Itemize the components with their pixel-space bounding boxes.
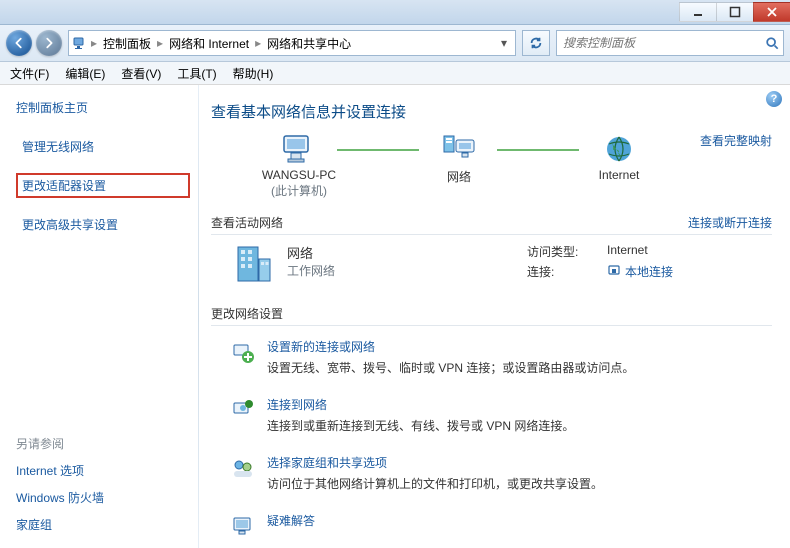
sidebar-item-advanced-sharing[interactable]: 更改高级共享设置 (16, 212, 190, 237)
network-icon (442, 134, 476, 167)
seealso-internet-options[interactable]: Internet 选项 (16, 462, 104, 479)
sidebar-item-adapter-settings[interactable]: 更改适配器设置 (16, 173, 190, 198)
breadcrumb[interactable]: ▸ 控制面板 ▸ 网络和 Internet ▸ 网络和共享中心 ▾ (68, 30, 516, 56)
window-close-button[interactable] (753, 2, 790, 22)
view-full-map-link[interactable]: 查看完整映射 (700, 132, 772, 149)
sidebar-item-wireless[interactable]: 管理无线网络 (16, 134, 190, 159)
refresh-button[interactable] (522, 30, 550, 56)
menu-edit[interactable]: 编辑(E) (65, 65, 105, 82)
breadcrumb-seg-control-panel[interactable]: 控制面板 (99, 35, 155, 52)
setting-title: 疑难解答 (267, 512, 315, 529)
connection-label: 连接: (527, 263, 595, 280)
map-node-label: Internet (559, 168, 679, 182)
computer-icon (281, 133, 317, 168)
main-content: ? 查看基本网络信息并设置连接 查看完整映射 WANGSU-PC (此计算机) … (199, 85, 790, 548)
ethernet-icon (607, 263, 621, 280)
setting-homegroup-sharing[interactable]: 选择家庭组和共享选项 访问位于其他网络计算机上的文件和打印机，或更改共享设置。 (211, 450, 772, 508)
map-node-label: WANGSU-PC (239, 168, 359, 182)
seealso-firewall[interactable]: Windows 防火墙 (16, 489, 104, 506)
active-network-row: 网络 工作网络 访问类型: Internet 连接: 本地连接 (211, 243, 772, 285)
network-map: 查看完整映射 WANGSU-PC (此计算机) 网络 Inter (219, 132, 772, 208)
window-titlebar (0, 0, 790, 25)
internet-globe-icon (604, 134, 634, 167)
section-heading: 更改网络设置 (211, 305, 283, 322)
seealso-label: 另请参阅 (16, 435, 104, 452)
map-node-this-pc[interactable]: WANGSU-PC (此计算机) (239, 132, 359, 199)
search-control-panel[interactable] (556, 30, 784, 56)
setting-desc: 连接到或重新连接到无线、有线、拨号或 VPN 网络连接。 (267, 417, 574, 434)
breadcrumb-seg-network-internet[interactable]: 网络和 Internet (165, 35, 253, 52)
active-network-name[interactable]: 网络 (287, 243, 487, 262)
address-row: ▸ 控制面板 ▸ 网络和 Internet ▸ 网络和共享中心 ▾ (0, 25, 790, 62)
connect-network-icon (229, 396, 257, 424)
help-icon[interactable]: ? (766, 91, 782, 107)
setting-title: 选择家庭组和共享选项 (267, 454, 603, 471)
network-center-icon (71, 34, 89, 52)
active-network-type[interactable]: 工作网络 (287, 262, 487, 279)
menu-tools[interactable]: 工具(T) (177, 65, 216, 82)
section-heading: 查看活动网络 (211, 214, 283, 231)
local-connection-link[interactable]: 本地连接 (607, 263, 673, 280)
breadcrumb-dropdown[interactable]: ▾ (495, 36, 513, 50)
map-node-label: 网络 (399, 168, 519, 185)
setting-new-connection[interactable]: 设置新的连接或网络 设置无线、宽带、拨号、临时或 VPN 连接；或设置路由器或访… (211, 334, 772, 392)
setting-desc: 设置无线、宽带、拨号、临时或 VPN 连接；或设置路由器或访问点。 (267, 359, 634, 376)
map-node-internet[interactable]: Internet (559, 132, 679, 182)
map-node-network[interactable]: 网络 (399, 132, 519, 185)
menu-file[interactable]: 文件(F) (10, 65, 49, 82)
connect-disconnect-link[interactable]: 连接或断开连接 (688, 214, 772, 231)
sidebar-home[interactable]: 控制面板主页 (16, 99, 190, 116)
window-maximize-button[interactable] (716, 2, 754, 22)
troubleshoot-icon (229, 512, 257, 540)
nav-back-button[interactable] (6, 30, 32, 56)
setting-troubleshoot[interactable]: 疑难解答 (211, 508, 772, 540)
new-connection-icon (229, 338, 257, 366)
seealso-homegroup[interactable]: 家庭组 (16, 516, 104, 533)
search-icon (764, 35, 779, 51)
setting-title: 连接到网络 (267, 396, 574, 413)
network-building-icon (229, 243, 277, 285)
page-title: 查看基本网络信息并设置连接 (211, 101, 772, 122)
chevron-right-icon: ▸ (89, 36, 99, 50)
chevron-right-icon: ▸ (155, 36, 165, 50)
menu-view[interactable]: 查看(V) (121, 65, 161, 82)
access-type-value: Internet (607, 243, 648, 260)
section-change-settings: 更改网络设置 (211, 305, 772, 326)
setting-title: 设置新的连接或网络 (267, 338, 634, 355)
map-node-sublabel: (此计算机) (239, 182, 359, 199)
breadcrumb-seg-sharing-center[interactable]: 网络和共享中心 (263, 35, 355, 52)
setting-desc: 访问位于其他网络计算机上的文件和打印机，或更改共享设置。 (267, 475, 603, 492)
search-input[interactable] (561, 35, 764, 51)
chevron-right-icon: ▸ (253, 36, 263, 50)
setting-connect-network[interactable]: 连接到网络 连接到或重新连接到无线、有线、拨号或 VPN 网络连接。 (211, 392, 772, 450)
menu-help[interactable]: 帮助(H) (233, 65, 274, 82)
local-connection-text: 本地连接 (625, 263, 673, 280)
menubar: 文件(F) 编辑(E) 查看(V) 工具(T) 帮助(H) (0, 62, 790, 85)
sidebar-seealso: 另请参阅 Internet 选项 Windows 防火墙 家庭组 (16, 435, 104, 543)
access-type-label: 访问类型: (527, 243, 595, 260)
window-minimize-button[interactable] (679, 2, 717, 22)
section-active-networks: 查看活动网络 连接或断开连接 (211, 214, 772, 235)
sidebar: 控制面板主页 管理无线网络 更改适配器设置 更改高级共享设置 另请参阅 Inte… (0, 85, 198, 548)
homegroup-icon (229, 454, 257, 482)
nav-forward-button[interactable] (36, 30, 62, 56)
